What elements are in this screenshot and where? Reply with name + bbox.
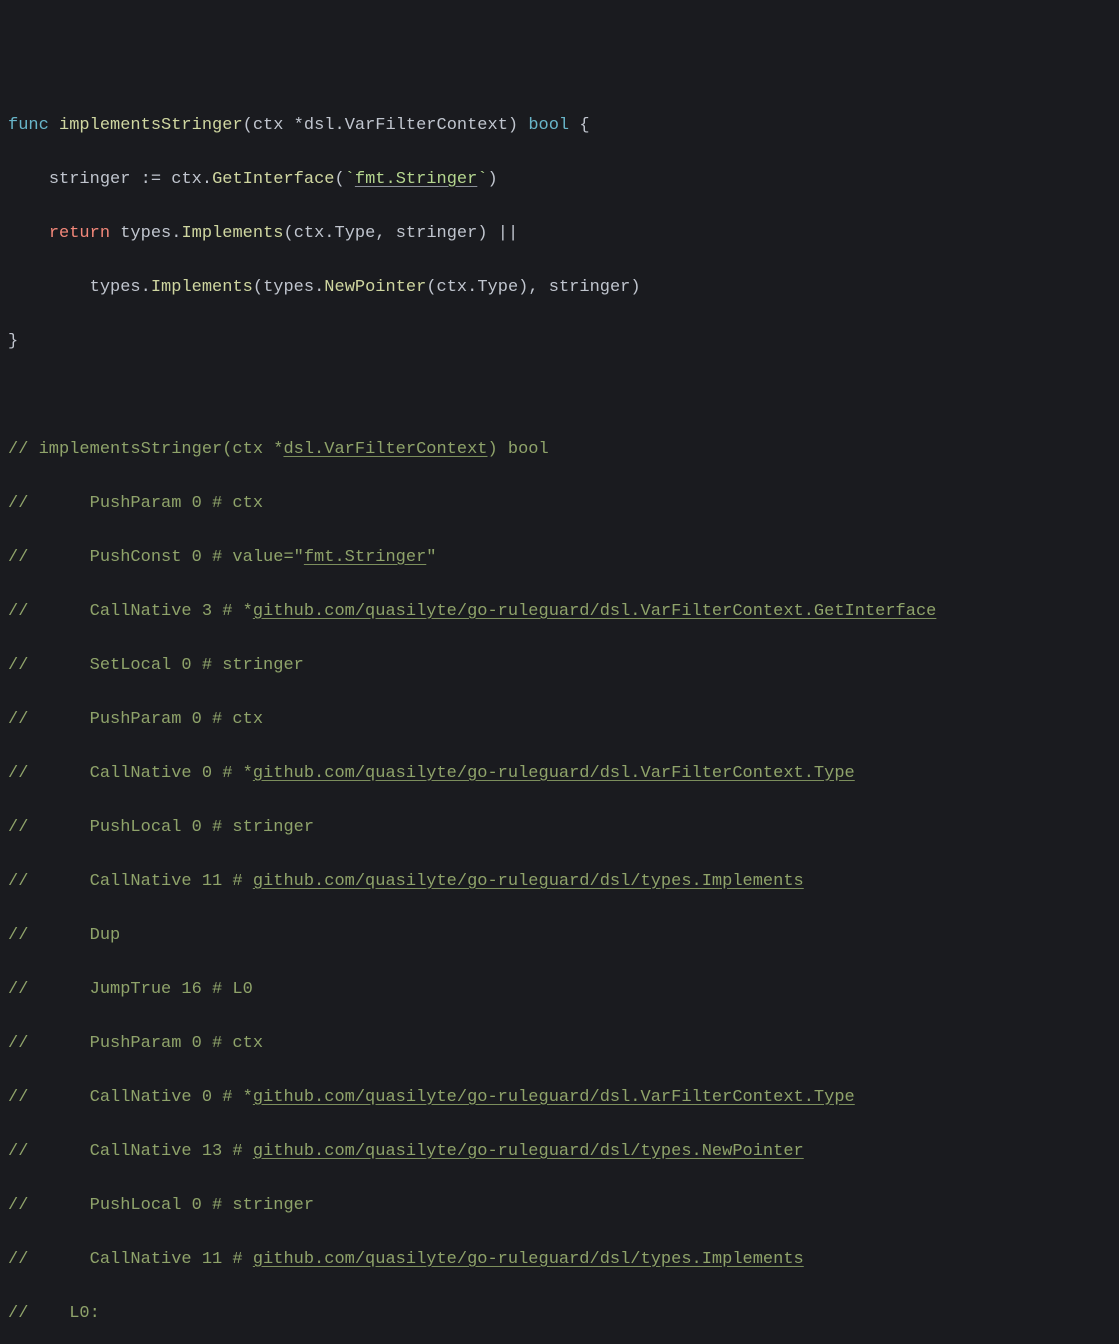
function-name: implementsStringer — [59, 116, 243, 135]
brace-open: { — [579, 116, 589, 135]
comment-text: // PushParam 0 # ctx — [8, 494, 263, 513]
fmt-stringer-literal[interactable]: fmt.Stringer — [355, 170, 477, 189]
star: * — [294, 116, 304, 135]
keyword-return: return — [49, 224, 110, 243]
comment-link[interactable]: fmt.Stringer — [304, 548, 426, 567]
dot: . — [334, 116, 344, 135]
comment-link[interactable]: github.com/quasilyte/go-ruleguard/dsl/ty… — [253, 872, 804, 891]
paren-open: ( — [283, 224, 293, 243]
dot: . — [171, 224, 181, 243]
code-line-2: stringer := ctx.GetInterface(`fmt.String… — [8, 166, 1111, 193]
stringer-arg: stringer — [396, 224, 478, 243]
paren-close: ) — [508, 116, 518, 135]
paren-open: ( — [243, 116, 253, 135]
comment-line-11: // JumpTrue 16 # L0 — [8, 976, 1111, 1003]
comment-link[interactable]: github.com/quasilyte/go-ruleguard/dsl.Va… — [253, 1088, 855, 1107]
paren-close: ) — [518, 278, 528, 297]
comment-text: // CallNative 3 # * — [8, 602, 253, 621]
comment-text: // CallNative 11 # — [8, 872, 253, 891]
comment-text: // L0: — [8, 1304, 100, 1323]
ctx-ident: ctx — [171, 170, 202, 189]
comment-line-14: // CallNative 13 # github.com/quasilyte/… — [8, 1138, 1111, 1165]
comment-line-13: // CallNative 0 # *github.com/quasilyte/… — [8, 1084, 1111, 1111]
dot: . — [141, 278, 151, 297]
decl-operator: := — [141, 170, 161, 189]
comment-line-6: // PushParam 0 # ctx — [8, 706, 1111, 733]
paren-open: ( — [253, 278, 263, 297]
comment-line-17: // L0: — [8, 1300, 1111, 1327]
stringer-arg: stringer — [549, 278, 631, 297]
implements-fn: Implements — [151, 278, 253, 297]
dot: . — [314, 278, 324, 297]
dot: . — [467, 278, 477, 297]
comment-text: // PushConst 0 # value=" — [8, 548, 304, 567]
comment-line-15: // PushLocal 0 # stringer — [8, 1192, 1111, 1219]
paren-close: ) — [488, 170, 498, 189]
return-type: bool — [528, 116, 569, 135]
brace-close: } — [8, 332, 18, 351]
dot: . — [202, 170, 212, 189]
paren-open: ( — [334, 170, 344, 189]
param-type-pkg: dsl — [304, 116, 335, 135]
backtick: ` — [477, 170, 487, 189]
paren-close: ) — [630, 278, 640, 297]
comment-line-8: // PushLocal 0 # stringer — [8, 814, 1111, 841]
keyword-func: func — [8, 116, 49, 135]
new-pointer-fn: NewPointer — [324, 278, 426, 297]
backtick: ` — [345, 170, 355, 189]
comment-text: // PushParam 0 # ctx — [8, 710, 263, 729]
type-prop: Type — [335, 224, 376, 243]
comment-line-7: // CallNative 0 # *github.com/quasilyte/… — [8, 760, 1111, 787]
comment-line-10: // Dup — [8, 922, 1111, 949]
comment-line-1: // implementsStringer(ctx *dsl.VarFilter… — [8, 436, 1111, 463]
code-line-4: types.Implements(types.NewPointer(ctx.Ty… — [8, 274, 1111, 301]
dot: . — [324, 224, 334, 243]
comment-line-12: // PushParam 0 # ctx — [8, 1030, 1111, 1057]
comma: , — [528, 278, 538, 297]
comment-text: // PushLocal 0 # stringer — [8, 1196, 314, 1215]
comment-text: // SetLocal 0 # stringer — [8, 656, 304, 675]
ctx-ident: ctx — [437, 278, 468, 297]
param-name: ctx — [253, 116, 284, 135]
comment-link[interactable]: github.com/quasilyte/go-ruleguard/dsl/ty… — [253, 1250, 804, 1269]
comment-text: ) bool — [488, 440, 549, 459]
types-pkg: types — [120, 224, 171, 243]
code-line-3: return types.Implements(ctx.Type, string… — [8, 220, 1111, 247]
blank-line — [8, 382, 1111, 409]
or-operator: || — [498, 224, 518, 243]
comment-text: // CallNative 0 # * — [8, 764, 253, 783]
param-type-name: VarFilterContext — [345, 116, 508, 135]
paren-close: ) — [477, 224, 487, 243]
comment-link[interactable]: dsl.VarFilterContext — [283, 440, 487, 459]
ctx-ident: ctx — [294, 224, 325, 243]
comment-text: // CallNative 11 # — [8, 1250, 253, 1269]
types-pkg: types — [90, 278, 141, 297]
comment-link[interactable]: github.com/quasilyte/go-ruleguard/dsl.Va… — [253, 602, 937, 621]
code-line-5: } — [8, 328, 1111, 355]
comment-text: // implementsStringer(ctx * — [8, 440, 283, 459]
comment-line-9: // CallNative 11 # github.com/quasilyte/… — [8, 868, 1111, 895]
type-prop: Type — [477, 278, 518, 297]
comment-line-5: // SetLocal 0 # stringer — [8, 652, 1111, 679]
comment-line-2: // PushParam 0 # ctx — [8, 490, 1111, 517]
comment-text: // CallNative 0 # * — [8, 1088, 253, 1107]
comment-text: // PushLocal 0 # stringer — [8, 818, 314, 837]
var-stringer: stringer — [49, 170, 131, 189]
types-pkg: types — [263, 278, 314, 297]
comment-text: // JumpTrue 16 # L0 — [8, 980, 253, 999]
comment-line-4: // CallNative 3 # *github.com/quasilyte/… — [8, 598, 1111, 625]
comment-text: // Dup — [8, 926, 120, 945]
comment-text: " — [426, 548, 436, 567]
comment-line-3: // PushConst 0 # value="fmt.Stringer" — [8, 544, 1111, 571]
comma: , — [375, 224, 385, 243]
comment-link[interactable]: github.com/quasilyte/go-ruleguard/dsl.Va… — [253, 764, 855, 783]
implements-fn: Implements — [181, 224, 283, 243]
comment-text: // PushParam 0 # ctx — [8, 1034, 263, 1053]
get-interface-method: GetInterface — [212, 170, 334, 189]
paren-open: ( — [426, 278, 436, 297]
comment-link[interactable]: github.com/quasilyte/go-ruleguard/dsl/ty… — [253, 1142, 804, 1161]
comment-text: // CallNative 13 # — [8, 1142, 253, 1161]
code-line-1: func implementsStringer(ctx *dsl.VarFilt… — [8, 112, 1111, 139]
comment-line-16: // CallNative 11 # github.com/quasilyte/… — [8, 1246, 1111, 1273]
